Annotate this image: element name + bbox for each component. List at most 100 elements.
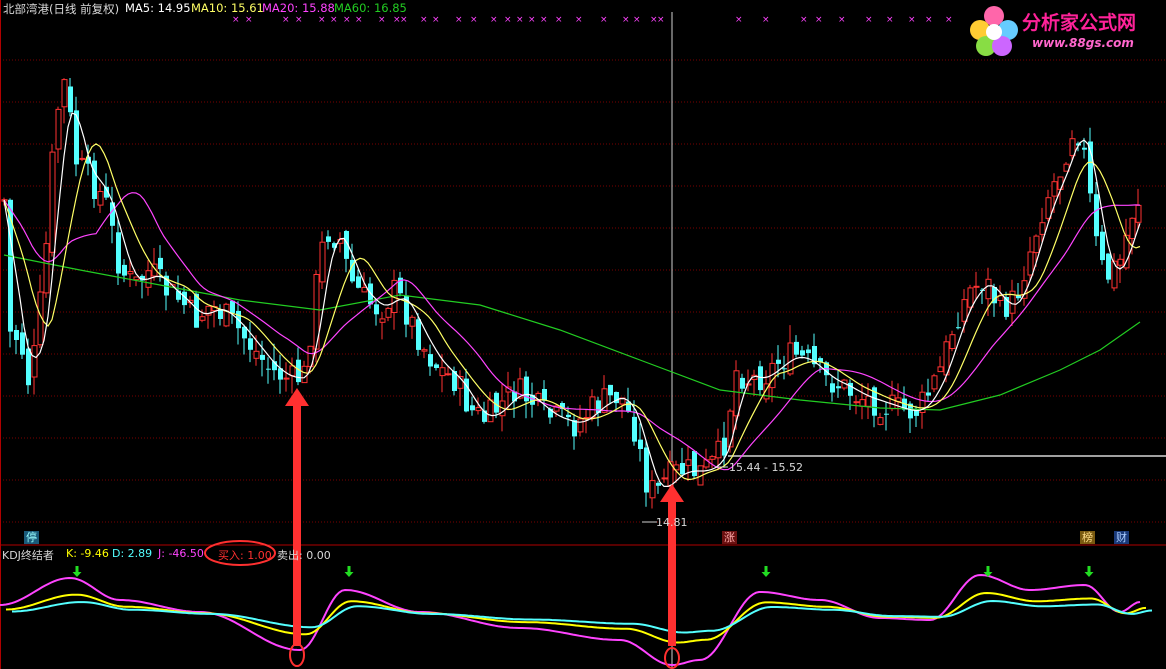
candle-body [97, 191, 104, 206]
candle-body [361, 287, 368, 293]
candle-body [470, 405, 475, 411]
candle-body [806, 349, 811, 354]
badge-suspend[interactable]: 停 [24, 531, 39, 544]
signal-x-mark: × [622, 15, 630, 25]
candle-body [1027, 251, 1034, 276]
badge-finance[interactable]: 财 [1114, 531, 1129, 544]
candle-body [266, 368, 271, 370]
signal-x-mark: × [925, 15, 933, 25]
candle-body [199, 316, 206, 321]
candle-body [800, 350, 805, 356]
candle-body [589, 396, 596, 418]
candle-body [92, 160, 97, 199]
buy-arrow-1 [285, 388, 309, 646]
badge-rise[interactable]: 涨 [722, 531, 737, 544]
signal-x-mark: × [528, 15, 536, 25]
ma60-line [3, 254, 1141, 411]
signal-x-mark: × [516, 15, 524, 25]
ma60-value: MA60: 16.85 [334, 1, 407, 15]
candle-body [865, 395, 872, 407]
candle-body [853, 401, 860, 404]
candle-body [428, 354, 433, 367]
candle-body [889, 394, 896, 410]
sell-signal-arrow [761, 566, 771, 577]
candle-body [379, 318, 386, 323]
buy-value: 买入: 1.00 [218, 549, 272, 562]
sell-value: 卖出: 0.00 [277, 549, 331, 562]
candle-body [722, 437, 727, 456]
signal-x-mark: × [735, 15, 743, 25]
price-chart[interactable]: × × × × × × × × × × × × × × × × × × × × × × × × × × × × × × × × × × × × × [0, 0, 1166, 669]
signal-x-mark: × [432, 15, 440, 25]
candle-body [782, 368, 787, 370]
candle-body [740, 377, 745, 389]
logo-text: 分析家公式网 [1022, 12, 1137, 34]
candle-body [14, 330, 19, 340]
candle-body [884, 413, 889, 415]
candle-body [1135, 204, 1142, 223]
signal-x-mark: × [245, 15, 253, 25]
candle-body [1111, 260, 1118, 289]
signal-x-mark: × [232, 15, 240, 25]
stock-title: 北部湾港(日线 前复权) [3, 2, 120, 16]
kdj-d-line [12, 599, 1153, 634]
candle-body [79, 157, 86, 160]
signal-x-mark: × [378, 15, 386, 25]
candle-body [985, 278, 992, 300]
candle-body [43, 243, 50, 294]
candle-body [1129, 217, 1136, 240]
signal-x-mark: × [355, 15, 363, 25]
candle-body [709, 456, 716, 460]
candle-body [937, 366, 944, 373]
sell-signal-arrow [1084, 566, 1094, 577]
signal-x-mark: × [762, 15, 770, 25]
ma5-value: MA5: 14.95 [125, 1, 191, 15]
candle-body [475, 407, 482, 412]
indicator-name: KDJ终结者 [2, 549, 54, 562]
candle-body [776, 359, 781, 364]
candle-body [949, 334, 956, 350]
signal-x-mark: × [400, 15, 408, 25]
candle-body [356, 276, 361, 288]
candle-body [487, 399, 494, 423]
signal-x-mark: × [600, 15, 608, 25]
range-label: 15.44 - 15.52 [729, 461, 803, 474]
candle-body [416, 319, 421, 350]
candle-body [223, 303, 230, 327]
candle-body [973, 285, 980, 288]
candle-body [434, 364, 439, 368]
candle-body [715, 440, 722, 459]
candle-body [260, 354, 265, 360]
candle-body [1057, 176, 1064, 190]
candle-body [230, 300, 235, 314]
candle-body [1051, 181, 1058, 197]
candle-body [1094, 194, 1099, 237]
candle-body [632, 416, 637, 442]
signal-x-mark: × [330, 15, 338, 25]
kdj-d-value: D: 2.89 [112, 547, 153, 560]
signal-x-mark: × [420, 15, 428, 25]
candle-body [1039, 222, 1046, 235]
candle-body [967, 287, 974, 308]
candle-body [445, 373, 452, 376]
flower-icon [970, 6, 1018, 56]
candle-body [542, 389, 547, 401]
candle-body [1106, 253, 1111, 280]
buy-signal-circle-1 [289, 643, 305, 667]
candle-body [577, 418, 584, 433]
signal-x-mark: × [865, 15, 873, 25]
signal-x-mark: × [657, 15, 665, 25]
candle-body [836, 386, 841, 389]
badge-rank[interactable]: 榜 [1080, 531, 1095, 544]
sell-signal-arrow [344, 566, 354, 577]
candle-body [1016, 295, 1021, 299]
low-price-label: 14.81 [656, 516, 688, 529]
buy-arrow-2 [660, 484, 684, 646]
candle-body [421, 349, 428, 352]
candle-body [680, 463, 685, 475]
candle-body [1088, 141, 1093, 194]
candle-body [638, 439, 643, 449]
signal-x-mark: × [886, 15, 894, 25]
signal-x-mark: × [343, 15, 351, 25]
signal-x-mark: × [575, 15, 583, 25]
